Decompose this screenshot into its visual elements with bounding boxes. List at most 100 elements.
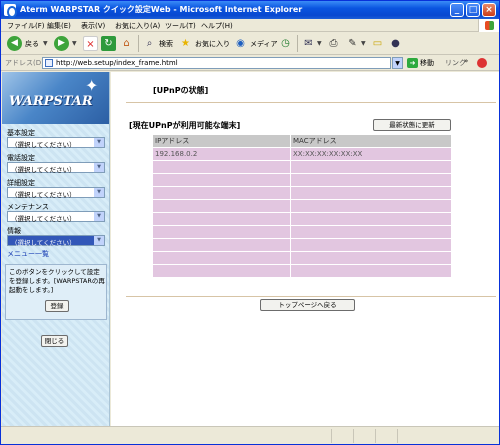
nav-select-basic[interactable]: （選択してください） ▼ — [7, 137, 105, 149]
cell-mac-address — [290, 225, 452, 239]
refresh-status-button[interactable]: 最新状態に更新 — [373, 119, 451, 131]
select-value: （選択してください） — [11, 141, 76, 149]
cell-mac-address — [290, 238, 452, 252]
section-title: [現在UPnPが利用可能な端末] — [129, 121, 241, 130]
forward-arrow-icon[interactable]: ▶ — [54, 36, 69, 51]
warpstar-logo-banner: ✦ WARPSTAR — [2, 72, 109, 124]
close-window-button[interactable]: × — [482, 3, 496, 17]
menu-tools[interactable]: ツール(T) — [165, 21, 196, 31]
title-bar[interactable]: Aterm WARPSTAR クイック設定Web - Microsoft Int… — [1, 1, 499, 19]
chevron-down-icon[interactable]: ▼ — [94, 236, 104, 245]
register-notice-box: このボタンをクリックして設定を登録します。[WARPSTARの再起動をします。]… — [5, 264, 107, 320]
media-icon[interactable]: ◉ — [233, 36, 248, 51]
nav-select-maintenance[interactable]: （選択してください） ▼ — [7, 211, 105, 223]
mail-icon[interactable]: ✉ — [301, 36, 316, 51]
chevron-down-icon[interactable]: ▼ — [94, 212, 104, 221]
back-arrow-icon[interactable]: ◀ — [7, 36, 22, 51]
cell-ip-address — [152, 225, 291, 239]
nav-select-advanced[interactable]: （選択してください） ▼ — [7, 187, 105, 199]
menu-view[interactable]: 表示(V) — [81, 21, 105, 31]
maximize-button[interactable]: □ — [466, 3, 480, 17]
history-icon[interactable]: ◷ — [278, 36, 293, 51]
go-arrow-icon[interactable]: ➜ — [407, 58, 418, 68]
nav-select-phone[interactable]: （選択してください） ▼ — [7, 162, 105, 174]
table-row — [152, 251, 452, 265]
favorites-star-icon[interactable]: ★ — [178, 36, 193, 51]
media-button-label[interactable]: メディア — [250, 39, 278, 49]
table-row — [152, 225, 452, 239]
table-row — [152, 160, 452, 174]
address-url[interactable]: http://web.setup/index_frame.html — [56, 59, 178, 67]
main-content-frame: [UPnPの状態] [現在UPnPが利用可能な端末] 最新状態に更新 IPアドレ… — [111, 72, 499, 426]
favorites-button-label[interactable]: お気に入り — [195, 39, 230, 49]
search-icon[interactable]: ⌕ — [142, 36, 157, 51]
table-row: 192.168.0.2 XX:XX:XX:XX:XX:XX — [152, 147, 452, 161]
cell-mac-address — [290, 212, 452, 226]
table-header-row: IPアドレス MACアドレス — [152, 134, 452, 148]
back-to-top-button[interactable]: トップページへ戻る — [260, 299, 355, 311]
forward-dropdown-icon[interactable]: ▼ — [72, 40, 77, 47]
divider — [126, 102, 496, 103]
cell-ip-address: 192.168.0.2 — [152, 147, 291, 161]
menu-list-link[interactable]: メニュー一覧 — [7, 249, 49, 259]
table-row — [152, 238, 452, 252]
toolbar: ◀ 戻る ▼ ▶ ▼ × ↻ ⌂ ⌕ 検索 ★ お気に入り ◉ メディア ◷ ✉… — [1, 32, 499, 55]
status-separator — [353, 429, 354, 443]
table-row — [152, 212, 452, 226]
select-value: （選択してください） — [11, 239, 76, 247]
mail-dropdown-icon[interactable]: ▼ — [317, 40, 322, 47]
address-input[interactable]: http://web.setup/index_frame.html — [42, 57, 391, 69]
cell-mac-address — [290, 264, 452, 278]
back-button-label[interactable]: 戻る — [25, 39, 39, 49]
star-icon: ✦ — [85, 76, 99, 95]
address-dropdown-icon[interactable]: ▼ — [392, 57, 403, 69]
chevron-down-icon[interactable]: ▼ — [94, 188, 104, 197]
page-icon — [45, 59, 53, 67]
cell-ip-address — [152, 251, 291, 265]
header-ip-address: IPアドレス — [152, 134, 291, 148]
warpstar-logo-text: WARPSTAR — [9, 94, 93, 109]
cell-mac-address — [290, 173, 452, 187]
edit-icon[interactable]: ✎ — [345, 36, 360, 51]
toolbar-separator — [138, 35, 139, 52]
cell-ip-address — [152, 238, 291, 252]
discuss-icon[interactable]: ▭ — [370, 36, 385, 51]
cell-ip-address — [152, 199, 291, 213]
go-button-label[interactable]: 移動 — [420, 58, 434, 68]
minimize-button[interactable]: _ — [450, 3, 464, 17]
links-chevron-icon[interactable]: » — [464, 57, 468, 65]
stop-icon[interactable]: × — [83, 36, 98, 51]
search-button-label[interactable]: 検索 — [159, 39, 173, 49]
refresh-icon[interactable]: ↻ — [101, 36, 116, 51]
left-navigation-frame: ✦ WARPSTAR 基本設定 （選択してください） ▼ 電話設定 （選択してく… — [2, 72, 110, 426]
table-row — [152, 186, 452, 200]
select-value: （選択してください） — [11, 166, 76, 174]
messenger-icon[interactable]: ● — [388, 36, 403, 51]
status-separator — [331, 429, 332, 443]
status-separator — [397, 429, 398, 443]
home-icon[interactable]: ⌂ — [119, 36, 134, 51]
cell-mac-address — [290, 160, 452, 174]
cell-mac-address — [290, 199, 452, 213]
chevron-down-icon[interactable]: ▼ — [94, 138, 104, 147]
print-icon[interactable]: ⎙ — [326, 36, 341, 51]
chevron-down-icon[interactable]: ▼ — [94, 163, 104, 172]
nav-select-info[interactable]: （選択してください） ▼ — [7, 235, 105, 247]
register-button[interactable]: 登録 — [45, 300, 69, 312]
address-bar: アドレス(D) http://web.setup/index_frame.htm… — [1, 55, 499, 71]
menu-edit[interactable]: 編集(E) — [47, 21, 71, 31]
menu-help[interactable]: ヘルプ(H) — [201, 21, 233, 31]
edit-dropdown-icon[interactable]: ▼ — [361, 40, 366, 47]
menu-file[interactable]: ファイル(F) — [7, 21, 45, 31]
table-row — [152, 264, 452, 278]
close-button[interactable]: 閉じる — [41, 335, 68, 347]
menu-favorites[interactable]: お気に入り(A) — [115, 21, 160, 31]
window-title: Aterm WARPSTAR クイック設定Web - Microsoft Int… — [20, 5, 303, 14]
links-label[interactable]: リンク — [445, 58, 466, 68]
back-dropdown-icon[interactable]: ▼ — [43, 40, 48, 47]
select-value: （選択してください） — [11, 191, 76, 199]
header-mac-address: MACアドレス — [290, 134, 452, 148]
table-row — [152, 199, 452, 213]
toolbar-extension-icon[interactable] — [477, 58, 487, 68]
address-label: アドレス(D) — [5, 59, 44, 67]
